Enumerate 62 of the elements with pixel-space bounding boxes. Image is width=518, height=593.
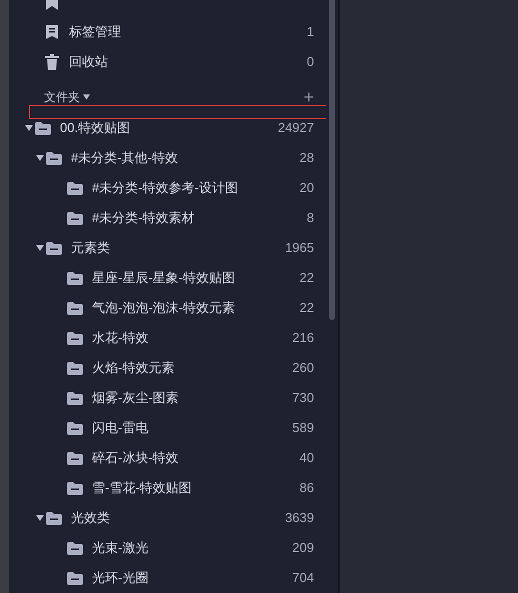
- folder-icon: [67, 331, 83, 345]
- folder-name[interactable]: 00.特效贴图: [60, 118, 130, 138]
- folder-icon: [67, 271, 83, 285]
- folder-name[interactable]: #未分类-其他-特效: [71, 148, 178, 168]
- caret-icon[interactable]: [36, 245, 44, 251]
- trash-icon: [45, 54, 59, 70]
- folder-name[interactable]: 水花-特效: [92, 328, 148, 348]
- caret-icon[interactable]: [83, 94, 90, 100]
- section-title[interactable]: 文件夹: [44, 88, 80, 106]
- folder-name[interactable]: 碎石-冰块-特效: [92, 448, 179, 468]
- caret-icon[interactable]: [36, 155, 44, 161]
- folder-icon: [67, 211, 83, 225]
- folder-icon: [67, 391, 83, 405]
- folder-icon: [67, 451, 83, 465]
- folder-icon: [46, 241, 62, 255]
- tag-list-icon: [45, 24, 59, 40]
- folder-name[interactable]: 光效类: [71, 508, 110, 528]
- item-count: 8: [306, 209, 314, 228]
- item-count: 40: [300, 449, 314, 468]
- item-count: 22: [300, 269, 314, 288]
- folder-name[interactable]: #未分类-特效参考-设计图: [92, 178, 238, 198]
- folder-icon: [67, 181, 83, 195]
- folder-name[interactable]: 光束-激光: [92, 538, 148, 558]
- folder-icon: [46, 511, 62, 525]
- folder-name[interactable]: #未分类-特效素材: [92, 208, 195, 228]
- folder-name[interactable]: 气泡-泡泡-泡沫-特效元素: [92, 298, 235, 318]
- scrollbar[interactable]: [329, 0, 335, 320]
- folder-name[interactable]: 烟雾-灰尘-图素: [92, 388, 179, 408]
- folder-icon: [67, 301, 83, 315]
- nav-item[interactable]: 标签管理: [69, 22, 121, 42]
- folder-name[interactable]: 雪-雪花-特效贴图: [92, 478, 192, 498]
- item-count: 28: [300, 149, 314, 168]
- item-count: 730: [292, 389, 314, 408]
- add-button[interactable]: +: [303, 88, 314, 106]
- folder-name[interactable]: 光环-光圈: [92, 568, 148, 588]
- item-count: 1965: [285, 239, 314, 258]
- item-count: 1: [306, 23, 314, 42]
- item-count: 22: [300, 299, 314, 318]
- folder-icon: [67, 421, 83, 435]
- folder-icon: [67, 541, 83, 555]
- item-count: 20: [300, 179, 314, 198]
- folder-icon: [67, 571, 83, 585]
- item-count: 589: [292, 419, 314, 438]
- folder-name[interactable]: 闪电-雷电: [92, 418, 148, 438]
- folder-icon: [46, 151, 62, 165]
- item-count: 216: [292, 329, 314, 348]
- item-count: 3639: [285, 509, 314, 528]
- item-count: 86: [300, 479, 314, 498]
- folder-icon: [35, 121, 51, 135]
- caret-icon[interactable]: [25, 125, 33, 131]
- folder-name[interactable]: 火焰-特效元素: [92, 358, 174, 378]
- item-count: 0: [306, 53, 314, 72]
- folder-icon: [67, 361, 83, 375]
- folder-icon: [67, 481, 83, 495]
- item-count: 260: [292, 359, 314, 378]
- folder-name[interactable]: 星座-星辰-星象-特效贴图: [92, 268, 235, 288]
- nav-item[interactable]: 回收站: [69, 52, 108, 72]
- item-count: 704: [292, 569, 314, 588]
- item-count: 24927: [278, 119, 314, 138]
- caret-icon[interactable]: [36, 515, 44, 521]
- item-count: 209: [292, 539, 314, 558]
- folder-name[interactable]: 元素类: [71, 238, 110, 258]
